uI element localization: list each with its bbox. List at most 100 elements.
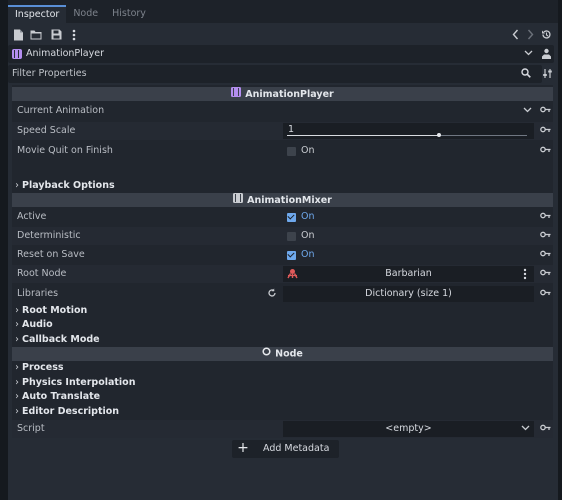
chevron-down-icon[interactable]	[522, 48, 534, 60]
checkbox-unchecked[interactable]	[287, 147, 296, 156]
property-list: AnimationPlayer Current Animation Speed …	[12, 85, 553, 438]
more-icon[interactable]	[68, 29, 80, 41]
property-label: Libraries	[17, 288, 59, 299]
animation-mixer-icon	[233, 193, 244, 208]
group-label: Editor Description	[22, 406, 120, 417]
key-icon[interactable]	[539, 145, 551, 157]
property-label: Current Animation	[17, 105, 105, 116]
property-label: Script	[17, 423, 45, 434]
animation-player-icon	[231, 87, 242, 102]
group-callback-mode[interactable]: › Callback Mode	[12, 333, 553, 347]
slider-knob[interactable]	[437, 133, 441, 137]
reload-icon[interactable]	[266, 288, 278, 302]
group-audio[interactable]: › Audio	[12, 318, 553, 332]
key-icon[interactable]	[539, 249, 551, 261]
object-history-icon[interactable]	[540, 29, 552, 41]
history-back-icon[interactable]	[509, 29, 521, 41]
open-resource-icon[interactable]	[30, 29, 42, 41]
group-label: Playback Options	[22, 180, 115, 191]
key-icon[interactable]	[539, 423, 551, 435]
deterministic-checkbox[interactable]: On	[283, 228, 534, 244]
active-checkbox[interactable]: On	[283, 209, 534, 225]
checkbox-checked[interactable]	[287, 251, 296, 260]
dock-tabbar: Inspector Node History	[8, 5, 560, 23]
movie-quit-checkbox[interactable]: On	[283, 143, 534, 159]
group-label: Root Motion	[22, 305, 88, 316]
speed-scale-slider[interactable]: 1	[283, 123, 534, 139]
filter-properties-input[interactable]: Filter Properties	[8, 65, 542, 83]
chevron-right-icon: ›	[15, 377, 19, 388]
search-icon	[520, 68, 532, 82]
filter-placeholder: Filter Properties	[12, 68, 87, 79]
left-panel-edge	[0, 0, 8, 500]
new-resource-icon[interactable]	[12, 29, 24, 41]
group-auto-translate[interactable]: › Auto Translate	[12, 390, 553, 404]
group-playback-options[interactable]: › Playback Options	[12, 179, 553, 193]
group-root-motion[interactable]: › Root Motion	[12, 304, 553, 318]
script-value: <empty>	[385, 423, 432, 434]
history-forward-icon[interactable]	[524, 29, 536, 41]
section-title: Node	[275, 348, 303, 360]
tab-history[interactable]: History	[105, 5, 153, 23]
chevron-right-icon: ›	[15, 305, 19, 316]
add-metadata-label: Add Metadata	[263, 443, 330, 454]
add-metadata-button[interactable]: + Add Metadata	[232, 440, 339, 458]
property-libraries: Libraries Dictionary (size 1)	[12, 285, 553, 303]
script-picker[interactable]: <empty>	[283, 421, 534, 437]
settings-icon[interactable]	[541, 68, 553, 83]
checkbox-label: On	[301, 249, 315, 260]
group-label: Audio	[22, 319, 53, 330]
root-node-picker[interactable]: Barbarian	[283, 266, 534, 282]
group-label: Callback Mode	[22, 334, 100, 345]
chevron-right-icon: ›	[15, 406, 19, 417]
property-current-animation: Current Animation	[12, 102, 553, 120]
key-icon[interactable]	[539, 288, 551, 300]
section-node[interactable]: Node	[12, 347, 553, 361]
group-process[interactable]: › Process	[12, 361, 553, 375]
slider-fill	[287, 135, 439, 136]
property-speed-scale: Speed Scale 1	[12, 122, 553, 140]
group-editor-description[interactable]: › Editor Description	[12, 405, 553, 419]
section-animation-mixer[interactable]: AnimationMixer	[12, 193, 553, 207]
chevron-down-icon[interactable]	[521, 105, 533, 117]
section-animation-player[interactable]: AnimationPlayer	[12, 87, 553, 101]
object-name: AnimationPlayer	[26, 48, 104, 59]
chevron-right-icon: ›	[15, 319, 19, 330]
checkbox-label: On	[301, 211, 315, 222]
chevron-right-icon: ›	[15, 180, 19, 191]
libraries-value: Dictionary (size 1)	[365, 288, 452, 299]
chevron-right-icon: ›	[15, 334, 19, 345]
key-icon[interactable]	[539, 125, 551, 137]
checkbox-label: On	[301, 145, 315, 156]
libraries-dictionary[interactable]: Dictionary (size 1)	[283, 286, 534, 302]
current-animation-dropdown[interactable]	[283, 103, 534, 119]
section-title: AnimationMixer	[247, 195, 332, 206]
group-label: Process	[22, 362, 64, 373]
property-label: Root Node	[17, 268, 67, 279]
key-icon[interactable]	[539, 105, 551, 117]
animation-player-icon	[12, 49, 22, 59]
chevron-down-icon[interactable]	[519, 423, 531, 435]
key-icon[interactable]	[539, 268, 551, 280]
checkbox-checked[interactable]	[287, 213, 296, 222]
property-movie-quit-on-finish: Movie Quit on Finish On	[12, 142, 553, 160]
property-active: Active On	[12, 208, 553, 226]
key-icon[interactable]	[539, 211, 551, 223]
object-selector[interactable]: AnimationPlayer	[8, 45, 554, 63]
more-icon[interactable]	[519, 268, 531, 284]
save-icon[interactable]	[50, 29, 62, 41]
checkbox-unchecked[interactable]	[287, 232, 296, 241]
node-tools-icon[interactable]	[540, 48, 552, 64]
inspector-toolbar	[8, 25, 558, 45]
property-label: Active	[17, 211, 47, 222]
plus-icon: +	[237, 440, 249, 456]
reset-on-save-checkbox[interactable]: On	[283, 247, 534, 263]
key-icon[interactable]	[539, 230, 551, 242]
property-root-node: Root Node Barbarian	[12, 265, 553, 283]
property-label: Deterministic	[17, 230, 81, 241]
property-deterministic: Deterministic On	[12, 227, 553, 245]
group-physics-interpolation[interactable]: › Physics Interpolation	[12, 376, 553, 390]
tab-inspector[interactable]: Inspector	[8, 5, 67, 23]
tab-node[interactable]: Node	[66, 5, 105, 23]
property-label: Movie Quit on Finish	[17, 145, 113, 156]
